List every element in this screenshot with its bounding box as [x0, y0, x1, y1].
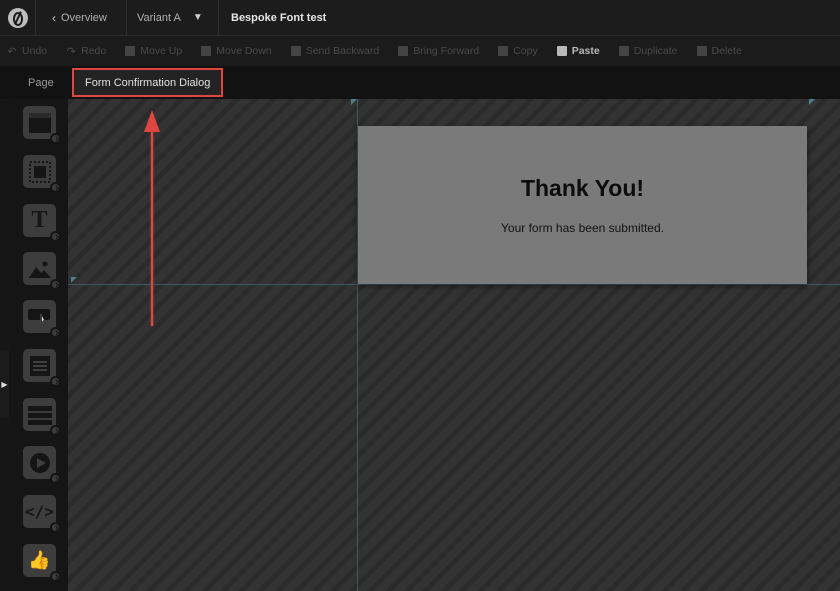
horizontal-guide — [68, 284, 840, 285]
undo-label: Undo — [22, 45, 48, 57]
tab-page[interactable]: Page — [0, 77, 72, 89]
custom-html-widget-icon[interactable]: </> — [23, 495, 61, 533]
guide-marker — [71, 277, 77, 283]
video-widget-icon[interactable] — [23, 446, 61, 484]
send-backward-button[interactable]: Send Backward — [290, 45, 380, 57]
move-up-button[interactable]: Move Up — [124, 45, 182, 57]
paste-icon — [556, 45, 568, 57]
send-backward-label: Send Backward — [305, 45, 380, 57]
duplicate-icon — [618, 45, 630, 57]
bring-forward-icon — [397, 45, 409, 57]
move-down-button[interactable]: Move Down — [200, 45, 272, 57]
paste-label: Paste — [571, 45, 600, 57]
form-widget-icon[interactable] — [23, 349, 61, 387]
triangle-right-icon: ▶ — [1, 379, 8, 389]
variant-selector[interactable]: Variant A ▼ — [127, 0, 219, 36]
widget-sidebar: T </> 👍 — [9, 99, 68, 591]
panel-toggle-handle[interactable]: ▶ — [0, 350, 9, 418]
page-tabs: Page Form Confirmation Dialog — [0, 66, 840, 99]
guide-marker — [809, 99, 815, 105]
left-edge — [0, 99, 9, 591]
top-bar: ‹ Overview Variant A ▼ Bespoke Font test — [0, 0, 840, 36]
dialog-message: Your form has been submitted. — [501, 221, 664, 235]
variant-label: Variant A — [137, 11, 181, 24]
delete-button[interactable]: Delete — [696, 45, 742, 57]
chevron-left-icon: ‹ — [52, 10, 56, 25]
app-logo-icon[interactable] — [0, 0, 36, 36]
redo-button[interactable]: ↷ Redo — [65, 45, 107, 58]
triangle-down-icon: ▼ — [192, 12, 203, 23]
move-up-icon — [124, 45, 136, 57]
annotation-arrow-icon — [144, 110, 160, 326]
box-widget-icon[interactable] — [23, 155, 61, 193]
editor-canvas[interactable]: Thank You! Your form has been submitted. — [68, 99, 840, 591]
undo-button[interactable]: ↶ Undo — [6, 45, 48, 58]
edit-toolbar: ↶ Undo ↷ Redo Move Up Move Down Send Backw… — [0, 36, 840, 66]
project-name: Bespoke Font test — [231, 11, 327, 24]
copy-button[interactable]: Copy — [497, 45, 538, 57]
image-widget-icon[interactable] — [23, 252, 61, 290]
copy-label: Copy — [513, 45, 538, 57]
tab-form-confirmation-dialog[interactable]: Form Confirmation Dialog — [72, 68, 224, 97]
redo-label: Redo — [81, 45, 107, 57]
guide-marker — [351, 99, 357, 105]
dialog-title: Thank You! — [520, 175, 645, 201]
duplicate-button[interactable]: Duplicate — [618, 45, 678, 57]
move-down-icon — [200, 45, 212, 57]
overview-label: Overview — [61, 11, 107, 24]
duplicate-label: Duplicate — [633, 45, 678, 57]
section-widget-icon[interactable] — [23, 106, 61, 144]
send-backward-icon — [290, 45, 302, 57]
trash-icon — [696, 45, 708, 57]
form-confirmation-dialog[interactable]: Thank You! Your form has been submitted. — [358, 126, 807, 284]
bring-forward-button[interactable]: Bring Forward — [397, 45, 479, 57]
list-widget-icon[interactable] — [23, 398, 61, 436]
button-widget-icon[interactable] — [23, 300, 61, 338]
undo-icon: ↶ — [7, 45, 17, 58]
social-widget-icon[interactable]: 👍 — [23, 544, 61, 582]
overview-link[interactable]: ‹ Overview — [36, 0, 127, 36]
delete-label: Delete — [711, 45, 742, 57]
move-down-label: Move Down — [216, 45, 272, 57]
paste-button[interactable]: Paste — [556, 45, 600, 57]
bring-forward-label: Bring Forward — [413, 45, 480, 57]
move-up-label: Move Up — [140, 45, 183, 57]
copy-icon — [497, 45, 509, 57]
redo-icon: ↷ — [66, 45, 76, 58]
text-widget-icon[interactable]: T — [23, 204, 61, 242]
